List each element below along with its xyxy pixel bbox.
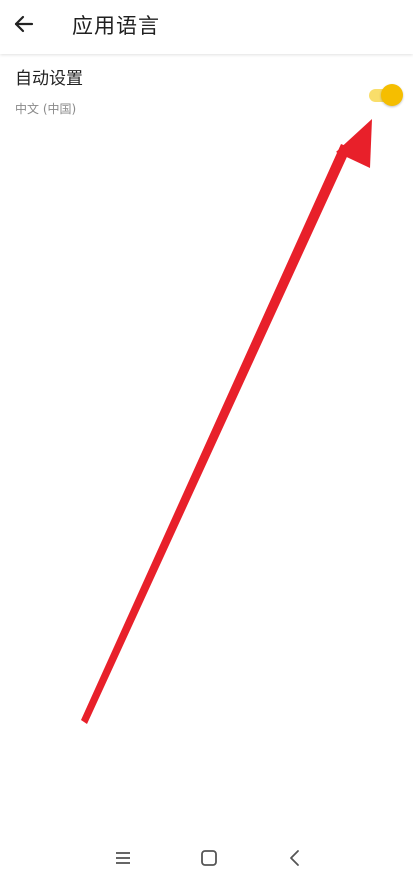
auto-setting-toggle[interactable] (367, 84, 403, 106)
back-button[interactable] (6, 8, 42, 44)
arrow-shaft (81, 144, 351, 724)
arrow-left-icon (13, 13, 35, 39)
system-nav-bar (0, 836, 413, 884)
annotation-arrow (81, 119, 372, 724)
setting-subtitle: 中文 (中国) (15, 102, 77, 116)
menu-icon (114, 850, 132, 870)
home-icon (200, 849, 218, 871)
app-bar: 应用语言 (0, 0, 413, 54)
page-title: 应用语言 (72, 14, 160, 38)
nav-home-button[interactable] (195, 846, 223, 874)
nav-menu-button[interactable] (109, 846, 137, 874)
auto-setting-row[interactable]: 自动设置 中文 (中国) (0, 54, 413, 124)
setting-title: 自动设置 (15, 69, 83, 89)
back-chevron-icon (288, 849, 302, 871)
nav-back-button[interactable] (281, 846, 309, 874)
toggle-thumb (381, 84, 403, 106)
arrow-head (336, 119, 372, 168)
